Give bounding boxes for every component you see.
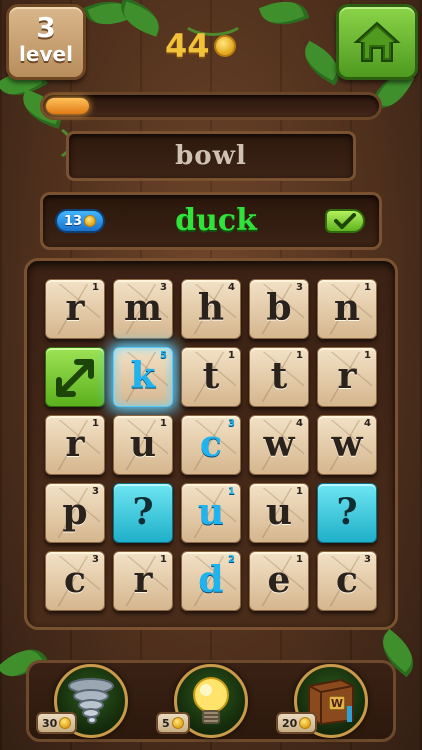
coin-icon (59, 717, 72, 729)
expand-tile[interactable] (45, 347, 105, 407)
submit-word-button[interactable] (325, 209, 365, 233)
dictionary-cost-badge: 20 (276, 712, 318, 734)
tile-score: 3 (160, 282, 167, 293)
tile-score: 2 (228, 554, 235, 565)
coin-icon (213, 35, 236, 57)
letter-tile[interactable]: k5 (113, 347, 173, 407)
level-progress-bar (40, 92, 382, 120)
tile-score: 1 (364, 350, 371, 361)
shuffle-cost-badge: 30 (36, 712, 78, 734)
tile-score: 3 (228, 418, 235, 429)
tile-score: 3 (92, 486, 99, 497)
tile-score: 4 (228, 282, 235, 293)
coin-balance: 44 (165, 26, 236, 66)
wildcard-tile[interactable]: ? (317, 483, 377, 543)
tile-score: 1 (228, 486, 235, 497)
level-badge: 3 level (6, 4, 86, 80)
tile-score: 1 (296, 350, 303, 361)
letter-tile[interactable]: t1 (181, 347, 241, 407)
home-button[interactable] (336, 4, 418, 80)
tile-score: 3 (296, 282, 303, 293)
letter-tile[interactable]: r1 (317, 347, 377, 407)
tile-score: 1 (160, 418, 167, 429)
letter-tile[interactable]: e1 (249, 551, 309, 611)
letter-tile[interactable]: h4 (181, 279, 241, 339)
hint-cost-badge: 5 (156, 712, 190, 734)
dictionary-cost: 20 (282, 716, 298, 730)
tile-score: 3 (92, 554, 99, 565)
letter-tile[interactable]: r1 (45, 415, 105, 475)
letter-tile[interactable]: p3 (45, 483, 105, 543)
letter-tile[interactable]: w4 (249, 415, 309, 475)
coin-icon (84, 215, 97, 227)
tile-score: 1 (228, 350, 235, 361)
formed-word: duck (175, 203, 257, 238)
tile-score: 1 (160, 554, 167, 565)
svg-text:W: W (331, 697, 343, 710)
tile-score: 4 (364, 418, 371, 429)
shuffle-cost: 30 (42, 716, 58, 730)
wildcard-tile[interactable]: ? (113, 483, 173, 543)
tile-letter: ? (132, 491, 154, 533)
word-score-badge: 13 (55, 209, 105, 233)
checkmark-icon (334, 213, 356, 229)
letter-tile[interactable]: c3 (181, 415, 241, 475)
lightbulb-icon (193, 677, 229, 724)
letter-tile[interactable]: t1 (249, 347, 309, 407)
letter-tile[interactable]: u1 (249, 483, 309, 543)
letter-tile[interactable]: n1 (317, 279, 377, 339)
letter-tile[interactable]: d2 (181, 551, 241, 611)
letter-tile[interactable]: m3 (113, 279, 173, 339)
letter-tile[interactable]: b3 (249, 279, 309, 339)
tile-score: 1 (92, 418, 99, 429)
letter-board: r 1 m 3 h 4 b 3 n 1 k 5 t 1 t 1 r 1 r 1 u 1 c 3 w 4 w 4 p 3? u 1 u 1? c 3 r 1… (24, 258, 398, 630)
level-number: 3 (36, 11, 56, 44)
letter-tile[interactable]: r1 (45, 279, 105, 339)
letter-tile[interactable]: c3 (317, 551, 377, 611)
tile-letter: ? (336, 491, 358, 533)
tile-score: 5 (160, 350, 167, 361)
tile-score: 1 (296, 486, 303, 497)
game-screen: 3 level 44 bowl 13 duck r1m3h4b3n1k 5 t … (0, 0, 422, 750)
progress-fill (46, 98, 89, 114)
tile-score: 1 (364, 282, 371, 293)
level-label: level (19, 42, 73, 66)
tile-score: 4 (296, 418, 303, 429)
expand-arrows-icon (56, 359, 94, 397)
home-icon (353, 21, 401, 62)
letter-tile[interactable]: c3 (45, 551, 105, 611)
letter-tile[interactable]: w4 (317, 415, 377, 475)
letter-tile[interactable]: u1 (113, 415, 173, 475)
current-word-display: bowl (66, 131, 356, 181)
word-score: 13 (63, 213, 83, 229)
hint-cost: 5 (162, 716, 170, 730)
coin-icon (299, 717, 312, 729)
letter-tile[interactable]: r1 (113, 551, 173, 611)
coin-count: 44 (165, 27, 210, 65)
current-word-text: bowl (175, 141, 247, 171)
word-submit-bar: 13 duck (40, 192, 382, 250)
tile-score: 1 (92, 282, 99, 293)
tile-score: 1 (296, 554, 303, 565)
tile-score: 3 (364, 554, 371, 565)
coin-icon (171, 717, 184, 729)
letter-tile[interactable]: u1 (181, 483, 241, 543)
